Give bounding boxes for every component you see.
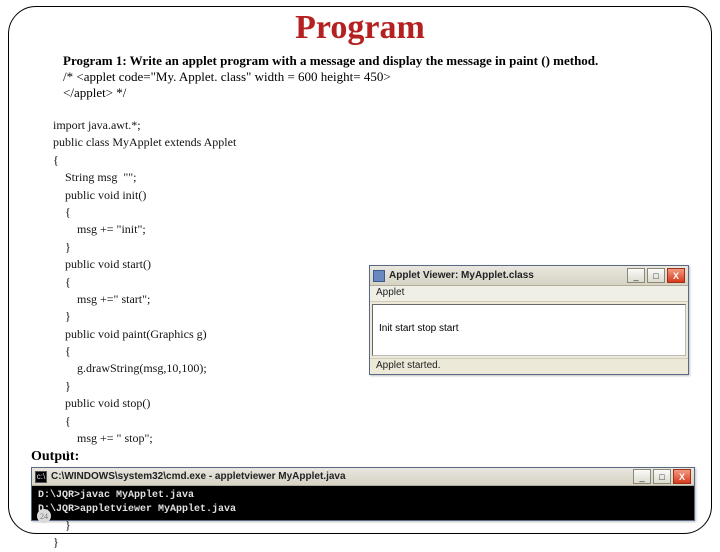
cmd-window: c:\ C:\WINDOWS\system32\cmd.exe - applet…	[31, 467, 695, 521]
maximize-button[interactable]: □	[647, 268, 665, 283]
code-line: }	[53, 534, 393, 551]
cmd-line: D:\JQR>appletviewer MyApplet.java	[38, 503, 688, 517]
page-title: Program	[9, 9, 711, 47]
applet-window-title: Applet Viewer: MyApplet.class	[389, 270, 627, 281]
applet-menu-item[interactable]: Applet	[376, 287, 404, 298]
applet-titlebar[interactable]: Applet Viewer: MyApplet.class _ □ X	[370, 266, 688, 286]
applet-viewer-window: Applet Viewer: MyApplet.class _ □ X Appl…	[369, 265, 689, 375]
code-line: import java.awt.*;	[53, 117, 393, 134]
slide-frame: Program Program 1: Write an applet progr…	[8, 6, 712, 534]
close-button[interactable]: X	[667, 268, 685, 283]
slide-number: 24	[40, 512, 48, 521]
code-line: {	[53, 274, 393, 291]
minimize-button[interactable]: _	[633, 469, 651, 484]
code-line: String msg "";	[53, 169, 393, 186]
slide-number-badge: 24	[37, 509, 51, 523]
code-line: public void stop()	[53, 395, 393, 412]
code-line: }	[53, 308, 393, 325]
code-line: {	[53, 152, 393, 169]
code-line: }	[53, 447, 393, 464]
applet-canvas: Init start stop start	[372, 304, 686, 356]
code-line: }	[53, 378, 393, 395]
window-controls: _ □ X	[627, 268, 685, 283]
maximize-button[interactable]: □	[653, 469, 671, 484]
cmd-line: D:\JQR>javac MyApplet.java	[38, 489, 688, 503]
window-controls: _ □ X	[633, 469, 691, 484]
code-line: }	[53, 239, 393, 256]
code-line: {	[53, 343, 393, 360]
cmd-window-title: C:\WINDOWS\system32\cmd.exe - appletview…	[51, 471, 633, 482]
code-line: public void start()	[53, 256, 393, 273]
prompt-code-line-1: /* <applet code="My. Applet. class" widt…	[63, 69, 391, 84]
prompt-heading: Program 1: Write an applet program with …	[63, 53, 598, 68]
code-line: msg += "init";	[53, 221, 393, 238]
code-line: public class MyApplet extends Applet	[53, 134, 393, 151]
applet-status-text: Applet started.	[376, 360, 440, 371]
code-line: {	[53, 204, 393, 221]
output-label: Output:	[31, 449, 79, 465]
applet-drawn-text: Init start stop start	[379, 323, 458, 334]
minimize-button[interactable]: _	[627, 268, 645, 283]
prompt-code-line-2: </applet> */	[63, 85, 126, 100]
code-line: msg +=" start";	[53, 291, 393, 308]
code-line: msg += " stop";	[53, 430, 393, 447]
java-cup-icon	[373, 270, 385, 282]
cmd-body[interactable]: D:\JQR>javac MyApplet.java D:\JQR>applet…	[32, 486, 694, 520]
code-line: public void paint(Graphics g)	[53, 326, 393, 343]
program-prompt: Program 1: Write an applet program with …	[63, 53, 657, 101]
applet-statusbar: Applet started.	[370, 358, 688, 374]
code-line: public void init()	[53, 187, 393, 204]
cmd-icon: c:\	[35, 471, 47, 483]
code-line: {	[53, 413, 393, 430]
applet-menu[interactable]: Applet	[370, 286, 688, 302]
close-button[interactable]: X	[673, 469, 691, 484]
cmd-titlebar[interactable]: c:\ C:\WINDOWS\system32\cmd.exe - applet…	[32, 468, 694, 486]
code-line: g.drawString(msg,10,100);	[53, 360, 393, 377]
